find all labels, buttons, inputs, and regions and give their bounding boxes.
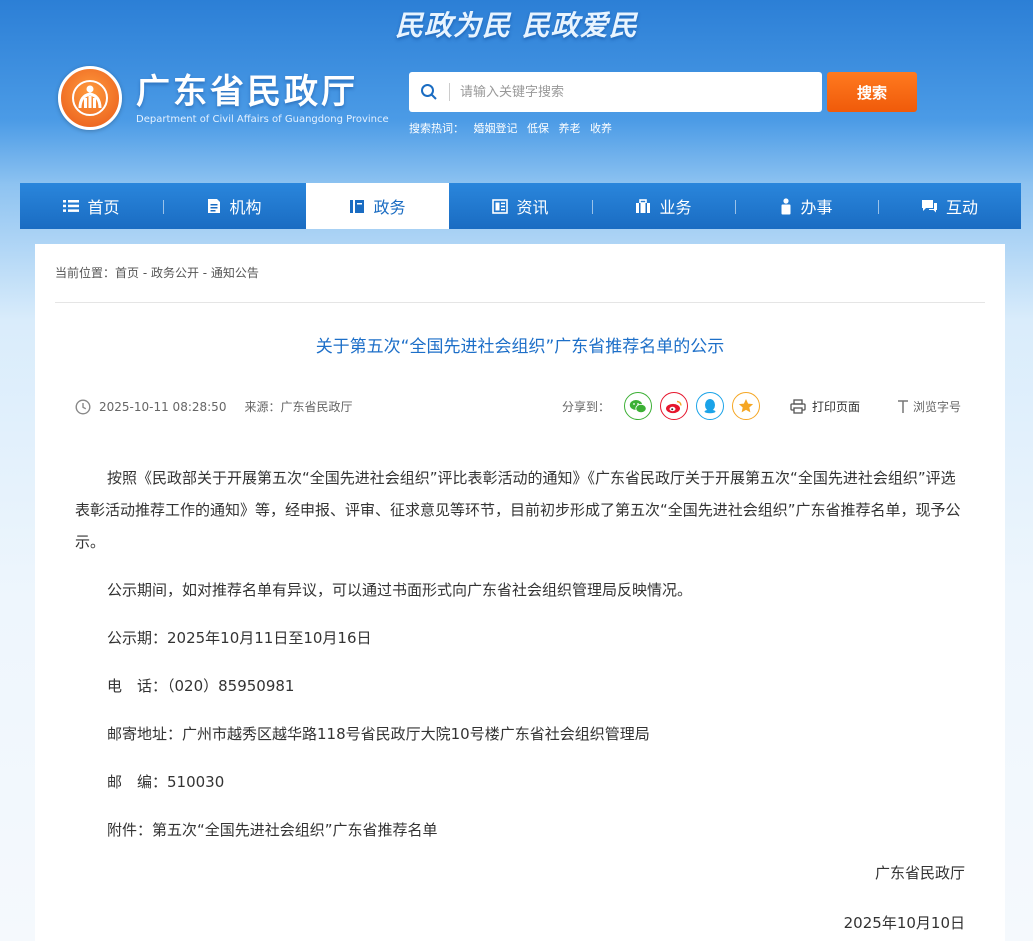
nav-item-org[interactable]: 机构 [163,183,306,229]
nav-label: 资讯 [516,198,549,217]
font-size-icon [897,399,909,414]
civil-affairs-emblem-icon [58,66,122,130]
breadcrumb: 当前位置：首页 - 政务公开 - 通知公告 [55,266,259,280]
attachment-link[interactable]: 附件：第五次“全国先进社会组织”广东省推荐名单 [75,814,965,846]
weibo-share-button[interactable] [660,392,689,420]
article-paragraph: 按照《民政部关于开展第五次“全国先进社会组织”评比表彰活动的通知》《广东省民政厅… [75,469,961,551]
header-slogan: 民政为民 民政爱民 [395,9,638,42]
article-paragraph: 邮 编：510030 [107,773,225,791]
article-source: 来源：广东省民政厅 [244,400,353,414]
article-sign-date: 2025年10月10日 [843,914,965,932]
share-bar: 分享到： [562,392,768,420]
font-size-button[interactable]: 浏览字号 [897,398,961,415]
qq-share-button[interactable] [696,392,725,420]
article-title: 关于第五次“全国先进社会组织”广东省推荐名单的公示 [315,337,725,357]
nav-label: 办事 [800,198,833,217]
article-signature: 广东省民政厅 [874,864,965,882]
search-icon [409,72,449,112]
briefcase-icon [635,198,651,214]
article-paragraph: 公示期：2025年10月11日至10月16日 [107,629,372,647]
article-paragraph: 电 话：（020）85950981 [107,677,295,695]
star-icon [738,399,754,413]
nav-label: 政务 [373,198,406,217]
qq-icon [704,399,716,414]
list-icon [63,199,80,213]
article-body: 按照《民政部关于开展第五次“全国先进社会组织”评比表彰活动的通知》《广东省民政厅… [75,462,965,862]
book-icon [349,199,365,214]
newspaper-icon [492,198,509,214]
printer-icon [790,399,806,414]
site-name: 广东省民政厅 [136,71,358,112]
print-label: 打印页面 [812,400,861,414]
site-logo[interactable]: 广东省民政厅 Department of Civil Affairs of Gu… [58,66,389,130]
publish-datetime: 2025-10-11 08:28:50 [99,399,227,414]
nav-item-news[interactable]: 资讯 [449,183,592,229]
hot-word[interactable]: 养老 [559,122,581,135]
search-box [409,72,822,112]
wechat-icon [629,399,647,413]
person-icon [780,197,792,215]
font-size-label: 浏览字号 [913,400,962,414]
nav-item-government[interactable]: 政务 [306,183,449,229]
article-panel: 当前位置：首页 - 政务公开 - 通知公告 关于第五次“全国先进社会组织”广东省… [35,244,1005,941]
print-page-button[interactable]: 打印页面 [790,398,860,415]
search-button[interactable]: 搜索 [827,72,917,112]
divider [55,302,985,303]
weibo-icon [666,400,682,413]
chat-icon [921,199,938,214]
nav-label: 互动 [945,198,978,217]
hot-label: 搜索热词： [409,122,464,135]
hot-word[interactable]: 收养 [590,122,612,135]
nav-label: 首页 [87,198,120,217]
nav-item-service[interactable]: 办事 [735,183,878,229]
hot-word[interactable]: 婚姻登记 [474,122,518,135]
hot-search-words: 搜索热词： 婚姻登记 低保 养老 收养 [409,120,618,136]
main-nav: 首页 机构 政务 资讯 业务 办事 互动 [20,183,1021,229]
search-input[interactable] [450,73,822,111]
article-meta: 2025-10-11 08:28:50 来源：广东省民政厅 分享到： 打印页面 [75,392,965,420]
article-paragraph: 邮寄地址：广州市越秀区越华路118号省民政厅大院10号楼广东省社会组织管理局 [107,725,650,743]
wechat-share-button[interactable] [624,392,653,420]
article-paragraph: 公示期间，如对推荐名单有异议，可以通过书面形式向广东省社会组织管理局反映情况。 [107,581,693,599]
hot-word[interactable]: 低保 [527,122,549,135]
qzone-share-button[interactable] [732,392,761,420]
clock-icon [75,398,91,415]
nav-item-home[interactable]: 首页 [20,183,163,229]
document-icon [207,198,221,214]
share-label: 分享到： [562,399,611,414]
nav-item-business[interactable]: 业务 [592,183,735,229]
site-name-en: Department of Civil Affairs of Guangdong… [136,113,389,125]
nav-label: 机构 [229,198,262,217]
nav-item-interact[interactable]: 互动 [878,183,1021,229]
nav-label: 业务 [659,198,692,217]
